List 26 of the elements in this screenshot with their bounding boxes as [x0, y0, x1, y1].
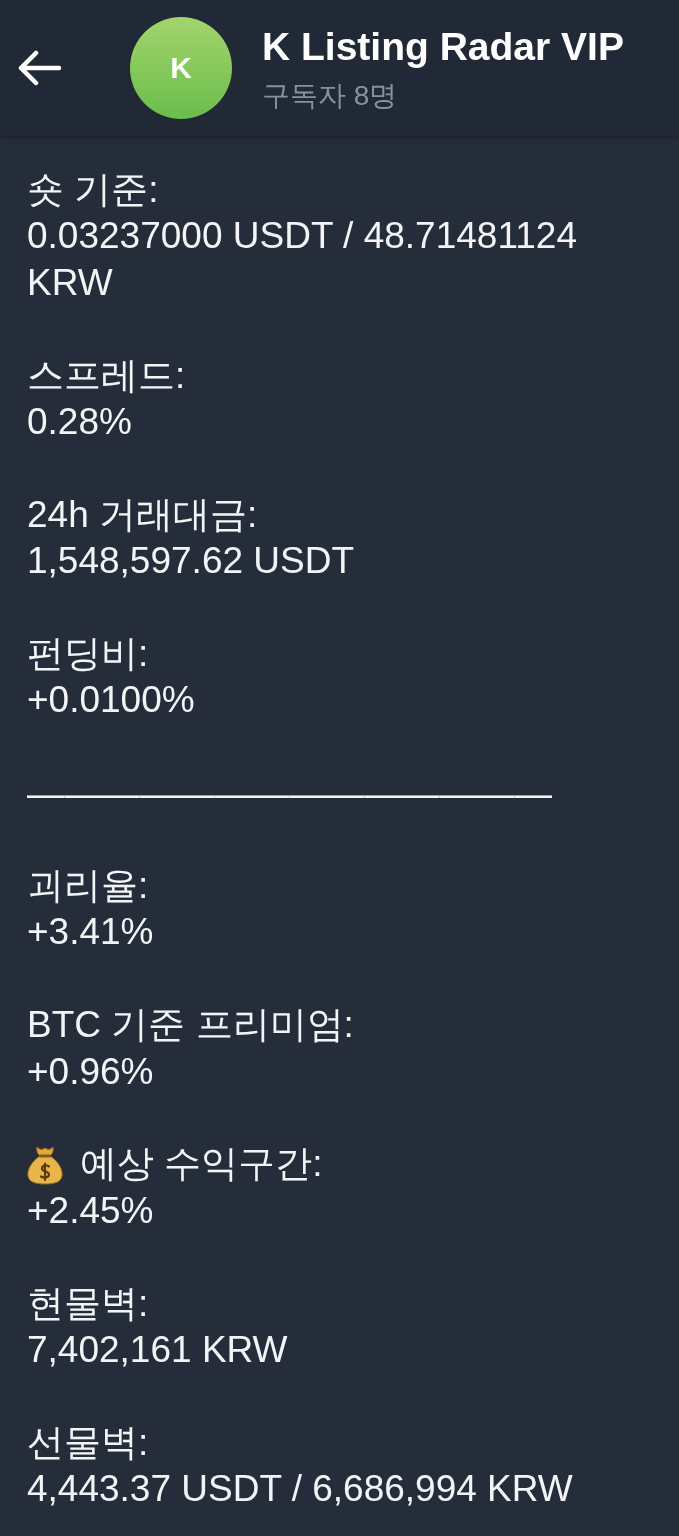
field-value: 4,443.37 USDT / 6,686,994 KRW — [27, 1467, 573, 1512]
back-arrow-icon — [18, 50, 62, 86]
field-value: 1,548,597.62 USDT — [27, 539, 355, 584]
field-value: +0.96% — [27, 1049, 154, 1094]
field-label: 괴리율: — [27, 864, 149, 908]
field-label: 24h 거래대금: — [27, 492, 258, 537]
field-label: 스프레드: — [27, 353, 186, 398]
money-bag-icon — [27, 1144, 63, 1185]
field-label: 펀딩비: — [27, 632, 149, 676]
field-label: 숏 기준: — [27, 168, 159, 212]
subscriber-count: 구독자 8명 — [262, 79, 399, 113]
avatar-initial: K — [170, 53, 192, 83]
channel-avatar[interactable]: K — [130, 17, 232, 119]
field-label: 현물벽: — [27, 1281, 149, 1326]
separator-line: —————————————— — [27, 771, 552, 817]
field-value: 0.28% — [27, 400, 132, 444]
field-label: BTC 기준 프리미엄: — [27, 1003, 354, 1048]
field-label: 선물벽: — [27, 1420, 149, 1465]
field-label: 예상 수익구간: — [80, 1142, 323, 1187]
field-value: +0.0100% — [27, 678, 195, 723]
field-value: +3.41% — [27, 910, 154, 955]
field-value: 7,402,161 KRW — [27, 1328, 288, 1373]
field-value: 0.03237000 USDT / 48.71481124 KRW — [27, 214, 578, 305]
channel-title: K Listing Radar VIP — [262, 24, 624, 70]
field-value: +2.45% — [27, 1188, 154, 1233]
back-button[interactable] — [18, 50, 62, 86]
